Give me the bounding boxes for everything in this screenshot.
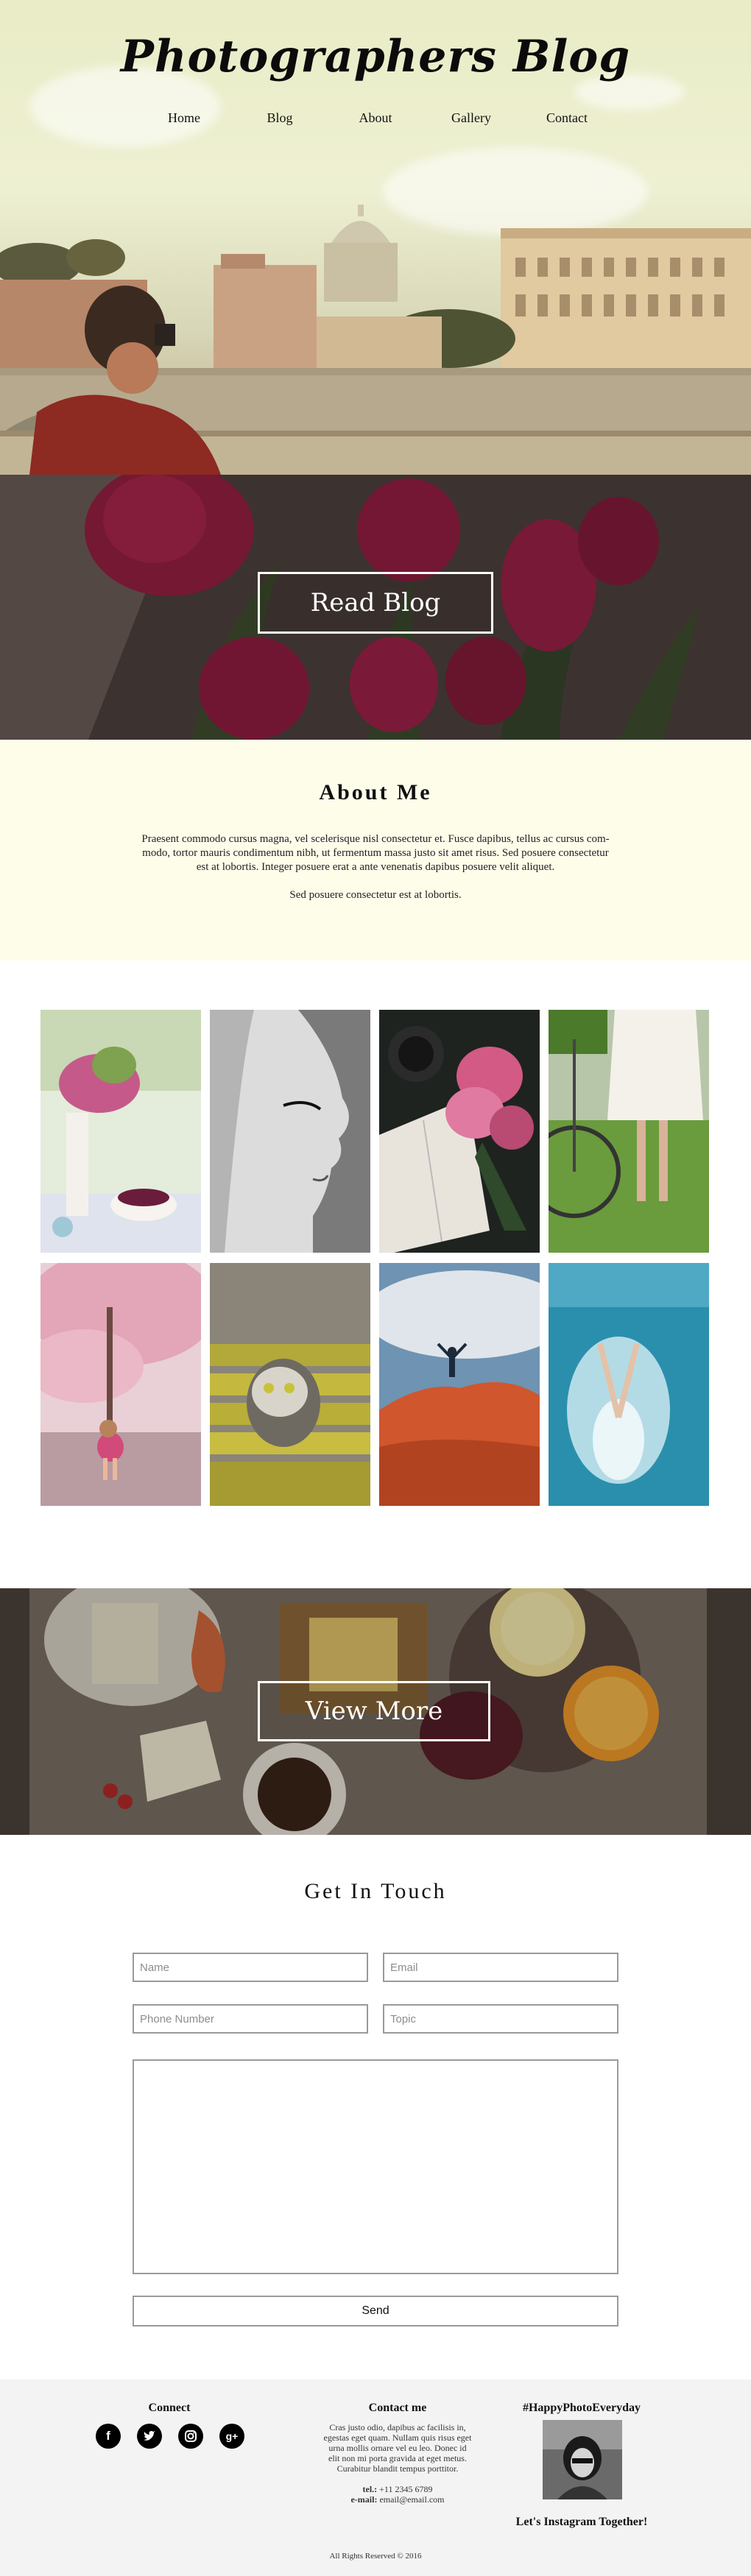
phone-line: tel.: +11 2345 6789 — [295, 2484, 501, 2494]
email-value[interactable]: email@email.com — [379, 2494, 444, 2505]
facebook-icon[interactable]: f — [96, 2424, 121, 2449]
about-paragraph-line: Praesent commodo cursus magna, vel scele… — [141, 833, 610, 845]
main-nav: Home Blog About Gallery Contact — [0, 110, 751, 126]
hashtag-title: #HappyPhotoEveryday — [522, 2402, 641, 2414]
gallery-photo-woman-splashing-water[interactable] — [549, 1263, 709, 1506]
nav-item-blog[interactable]: Blog — [232, 110, 328, 126]
email-label: e-mail: — [350, 2494, 378, 2505]
about-paragraph-line: est at lobortis. Integer posuere erat a … — [196, 861, 555, 873]
contact-text-line: elit non mi porta gravida at eget metus. — [328, 2453, 467, 2463]
about-paragraph-line: modo, tortor mauris condimentum nibh, ut… — [142, 847, 609, 859]
gallery-photo-cat-on-bench[interactable] — [210, 1263, 370, 1506]
contact-text-line: egestas eget quam. Nullam quis risus ege… — [323, 2432, 472, 2443]
email-line: e-mail: email@email.com — [295, 2494, 501, 2505]
nav-item-contact[interactable]: Contact — [519, 110, 615, 126]
footer: Connect f g+ Contact me Cras justo odio,… — [0, 2379, 751, 2576]
google-plus-icon[interactable]: g+ — [219, 2424, 244, 2449]
contact-heading: Get In Touch — [304, 1879, 447, 1903]
contact-text-line: urna mollis ornare vel eu leo. Donec id — [328, 2443, 467, 2453]
about-section: About Me Praesent commodo cursus magna, … — [0, 740, 751, 960]
contact-text-line: Curabitur blandit tempus porttitor. — [336, 2463, 459, 2474]
instagram-icon[interactable] — [178, 2424, 203, 2449]
contact-me-title: Contact me — [368, 2402, 427, 2414]
contact-section: Get In Touch Send — [0, 1835, 751, 2379]
gallery-photo-flowers-and-berries[interactable] — [40, 1010, 201, 1253]
instagram-caption: Let's Instagram Together! — [515, 2516, 648, 2528]
message-field[interactable] — [133, 2059, 618, 2274]
read-blog-button[interactable]: Read Blog — [258, 572, 493, 634]
phone-value: +11 2345 6789 — [379, 2484, 433, 2494]
gallery-photo-book-and-peonies[interactable] — [379, 1010, 540, 1253]
gallery-photo-man-on-rocks[interactable] — [379, 1263, 540, 1506]
email-field[interactable] — [383, 1953, 618, 1982]
nav-item-gallery[interactable]: Gallery — [423, 110, 519, 126]
about-heading: About Me — [319, 780, 432, 804]
nav-item-home[interactable]: Home — [136, 110, 232, 126]
read-blog-banner: Read Blog — [0, 475, 751, 740]
contact-text-line: Cras justo odio, dapibus ac facilisis in… — [329, 2422, 466, 2432]
twitter-icon[interactable] — [137, 2424, 162, 2449]
gallery-photo-girl-cherry-blossom[interactable] — [40, 1263, 201, 1506]
about-paragraph-secondary: Sed posuere consectetur est at lobortis. — [289, 889, 462, 901]
instagram-photo[interactable] — [543, 2420, 622, 2499]
name-field[interactable] — [133, 1953, 368, 1982]
site-title: Photographers Blog — [120, 31, 631, 82]
copyright: All Rights Reserved © 2016 — [329, 2552, 422, 2561]
topic-field[interactable] — [383, 2004, 618, 2034]
gallery-photo-bicycle-and-dress[interactable] — [549, 1010, 709, 1253]
view-more-banner: View More — [0, 1588, 751, 1835]
send-button[interactable]: Send — [133, 2296, 618, 2326]
hero-section: Photographers Blog Home Blog About Galle… — [0, 0, 751, 475]
connect-title: Connect — [148, 2402, 191, 2414]
gallery-photo-woman-profile[interactable] — [210, 1010, 370, 1253]
view-more-button[interactable]: View More — [258, 1681, 490, 1741]
nav-item-about[interactable]: About — [328, 110, 423, 126]
phone-field[interactable] — [133, 2004, 368, 2034]
phone-label: tel.: — [362, 2484, 378, 2494]
